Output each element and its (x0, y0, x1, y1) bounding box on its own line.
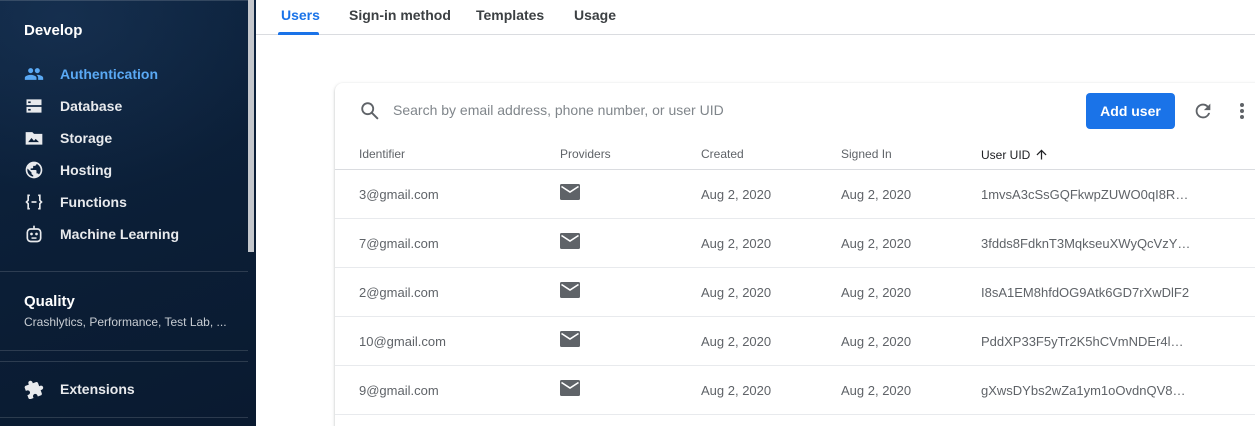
users-card: Add user Identifier Providers Created Si… (335, 83, 1255, 426)
sidebar-scrollbar[interactable] (248, 0, 254, 252)
sidebar-item-label: Machine Learning (60, 226, 180, 242)
functions-icon (24, 192, 44, 212)
cell-created: Aug 2, 2020 (701, 285, 772, 300)
cell-created: Aug 2, 2020 (701, 187, 772, 202)
email-icon (560, 184, 580, 200)
sidebar-divider-top (0, 0, 248, 1)
cell-signed-in: Aug 2, 2020 (841, 187, 912, 202)
main-content: Users Sign-in method Templates Usage Add… (256, 0, 1255, 426)
cell-user-uid: I8sA1EM8hfdOG9Atk6GD7rXwDlF2 (981, 285, 1190, 300)
table-row[interactable]: 10@gmail.com Aug 2, 2020 Aug 2, 2020 Pdd… (335, 317, 1255, 366)
add-user-button[interactable]: Add user (1086, 93, 1175, 129)
photo-icon (24, 128, 44, 148)
email-icon (560, 331, 580, 347)
section-title-quality[interactable]: Quality (24, 293, 75, 310)
cell-identifier: 10@gmail.com (359, 334, 446, 349)
table-row[interactable]: 9@gmail.com Aug 2, 2020 Aug 2, 2020 gXws… (335, 366, 1255, 415)
tab-users[interactable]: Users (281, 7, 320, 23)
arrow-up-icon (1036, 149, 1047, 160)
cell-signed-in: Aug 2, 2020 (841, 334, 912, 349)
sidebar-item-label: Extensions (60, 381, 135, 397)
column-header-user-uid[interactable]: User UID (981, 147, 1049, 162)
puzzle-icon (24, 379, 44, 399)
email-icon (560, 282, 580, 298)
sidebar-item-extensions[interactable]: Extensions (0, 373, 248, 405)
tab-sign-in-method[interactable]: Sign-in method (349, 7, 451, 23)
more-vert-icon[interactable] (1235, 100, 1249, 122)
sidebar-item-label: Storage (60, 130, 113, 146)
column-header-providers[interactable]: Providers (560, 147, 611, 161)
sidebar-divider (0, 417, 248, 418)
cell-identifier: 2@gmail.com (359, 285, 439, 300)
sidebar-item-label: Functions (60, 194, 127, 210)
people-icon (24, 64, 44, 84)
cell-user-uid: 3fdds8FdknT3MqkseuXWyQcVzY83 (981, 236, 1191, 251)
column-header-identifier[interactable]: Identifier (359, 147, 405, 161)
cell-identifier: 9@gmail.com (359, 383, 439, 398)
cell-created: Aug 2, 2020 (701, 334, 772, 349)
cell-user-uid: PddXP33F5yTr2K5hCVmNDEr4lAx2 (981, 334, 1191, 349)
tab-bar: Users Sign-in method Templates Usage (256, 0, 1255, 35)
column-header-signed-in[interactable]: Signed In (841, 147, 892, 161)
cell-created: Aug 2, 2020 (701, 383, 772, 398)
quality-subtitle: Crashlytics, Performance, Test Lab, ... (24, 315, 227, 329)
sidebar-item-database[interactable]: Database (0, 90, 248, 122)
database-icon (24, 96, 44, 116)
column-header-label: User UID (981, 147, 1031, 162)
search-input[interactable] (393, 97, 993, 123)
sidebar-item-label: Authentication (60, 66, 158, 82)
sidebar-item-label: Hosting (60, 162, 113, 178)
cell-signed-in: Aug 2, 2020 (841, 383, 912, 398)
cell-signed-in: Aug 2, 2020 (841, 285, 912, 300)
sidebar-divider (0, 361, 248, 362)
cell-signed-in: Aug 2, 2020 (841, 236, 912, 251)
sidebar-item-authentication[interactable]: Authentication (0, 58, 248, 90)
cell-identifier: 7@gmail.com (359, 236, 439, 251)
sidebar: Develop Authentication Database Storage … (0, 0, 256, 426)
sidebar-divider (0, 271, 248, 272)
section-title-develop: Develop (24, 22, 83, 39)
active-tab-indicator (278, 32, 319, 35)
email-icon (560, 233, 580, 249)
tab-usage[interactable]: Usage (574, 7, 616, 23)
sidebar-item-machine-learning[interactable]: Machine Learning (0, 218, 248, 250)
robot-icon (24, 224, 44, 244)
cell-identifier: 3@gmail.com (359, 187, 439, 202)
sidebar-item-label: Database (60, 98, 123, 114)
table-row[interactable]: 7@gmail.com Aug 2, 2020 Aug 2, 2020 3fdd… (335, 219, 1255, 268)
sidebar-item-hosting[interactable]: Hosting (0, 154, 248, 186)
search-icon (361, 102, 379, 120)
cell-created: Aug 2, 2020 (701, 236, 772, 251)
cell-user-uid: gXwsDYbs2wZa1ym1oOvdnQV8Zj... (981, 383, 1191, 398)
globe-icon (24, 160, 44, 180)
table-row[interactable]: 2@gmail.com Aug 2, 2020 Aug 2, 2020 I8sA… (335, 268, 1255, 317)
sidebar-divider (0, 350, 248, 351)
column-header-created[interactable]: Created (701, 147, 744, 161)
cell-user-uid: 1mvsA3cSsGQFkwpZUWO0qI8Rve... (981, 187, 1191, 202)
table-row[interactable]: 3@gmail.com Aug 2, 2020 Aug 2, 2020 1mvs… (335, 170, 1255, 219)
tab-templates[interactable]: Templates (476, 7, 544, 23)
sidebar-item-functions[interactable]: Functions (0, 186, 248, 218)
sidebar-item-storage[interactable]: Storage (0, 122, 248, 154)
email-icon (560, 380, 580, 396)
refresh-icon[interactable] (1192, 100, 1214, 122)
